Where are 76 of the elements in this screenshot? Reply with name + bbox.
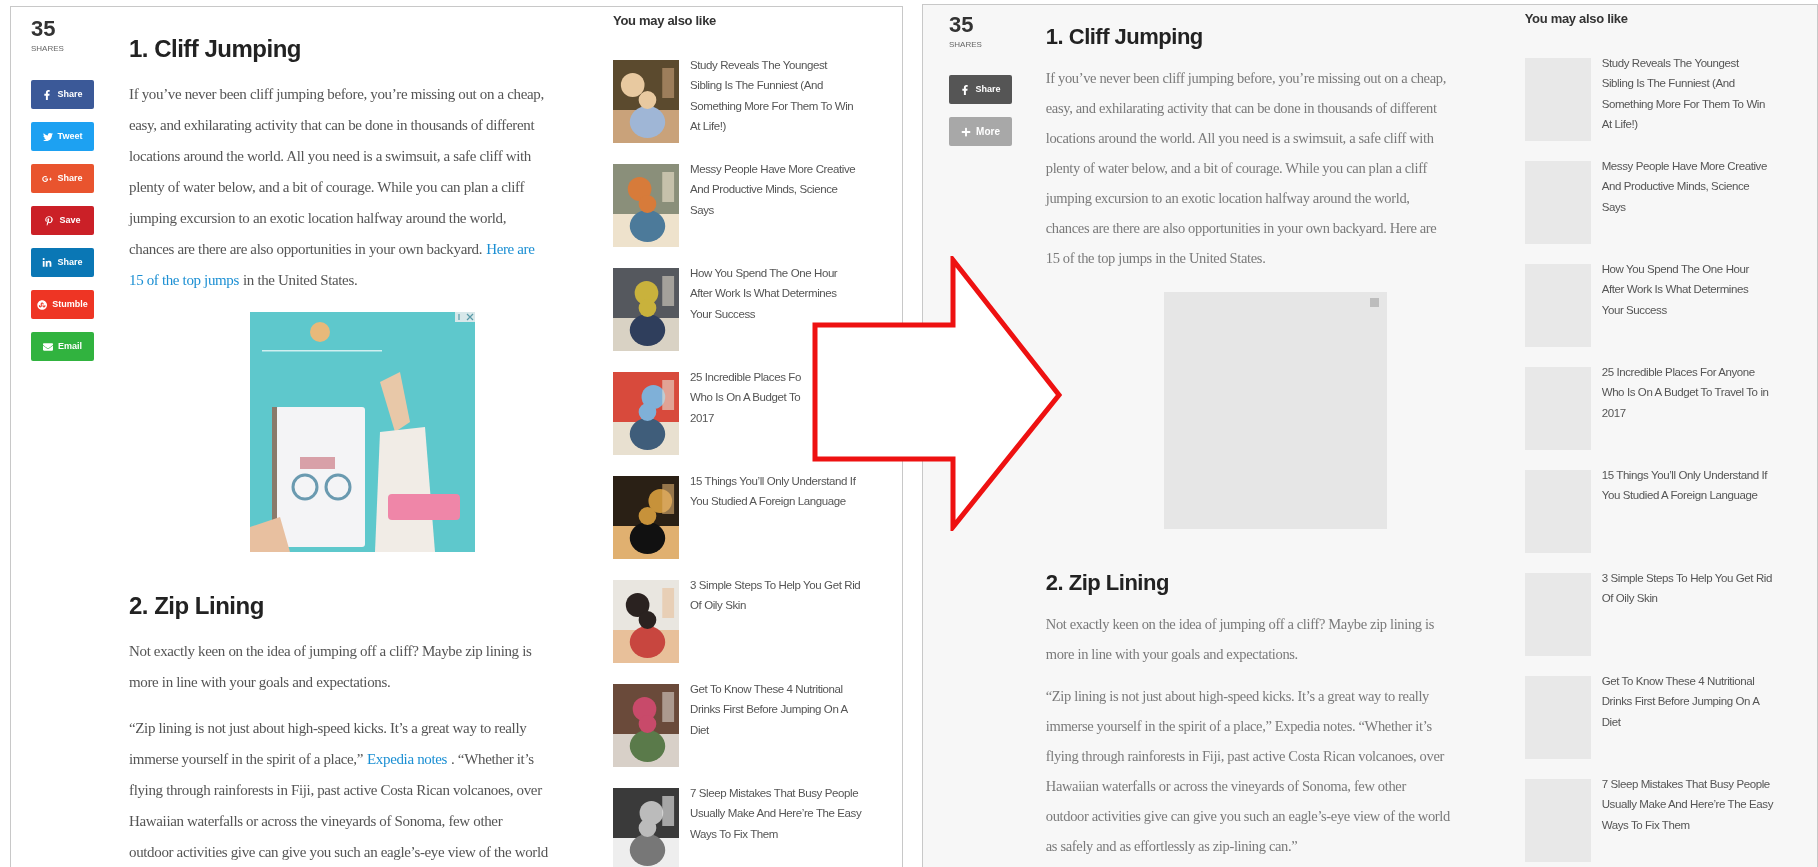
share-button[interactable]: Share — [31, 80, 94, 109]
paragraph-text: as safely and as effortlessly as zip-lining can.” — [1045, 837, 1298, 856]
share-button[interactable]: Share — [31, 164, 94, 193]
paragraph-text: Hawaiian waterfalls or across the vineyards of Sonoma, few other — [129, 812, 503, 831]
article-title[interactable]: 7 Sleep Mistakes That Busy People Usually Make And Here’re The Easy Ways To Fix Them — [1601, 773, 1773, 835]
article-title[interactable]: Get To Know These 4 Nutritional Drinks First Before Jumping On A Diet — [690, 678, 848, 740]
paragraph-text: If you’ve never been cliff jumping before, you’re missing out on a cheap, — [129, 85, 544, 104]
paragraph-text: flying through rainforests in Fiji, past active Costa Rican volcanoes, over — [1045, 747, 1444, 766]
share-count: 35 — [31, 17, 57, 41]
article-title[interactable]: Messy People Have More Creative And Productive Minds, Science Says — [690, 158, 856, 220]
facebook-icon — [42, 89, 53, 100]
ad-choices-icon[interactable] — [1369, 298, 1379, 307]
paragraph-text: plenty of water below, and a bit of courage. While you can plan a cliff — [129, 178, 525, 197]
paragraph-text: “Zip lining is not just about high-speed kicks. It’s a great way to really — [129, 719, 527, 738]
article-title[interactable]: Messy People Have More Creative And Productive Minds, Science Says — [1601, 155, 1767, 217]
sidebar-heading: You may also like — [1524, 10, 1629, 28]
article-title[interactable]: 25 Incredible Places For Anyone Who Is On A Budget To Travel To in 2017 — [1601, 361, 1769, 423]
share-button[interactable]: Save — [31, 206, 94, 235]
paragraph-text: jumping excursion to an exotic location halfway around the world, — [1045, 189, 1410, 208]
paragraph-text: 15 of the top jumps in the United States. — [1045, 249, 1266, 268]
paragraph-text: immerse yourself in the spirit of a place,” — [129, 750, 364, 769]
paragraph-text: Hawaiian waterfalls or across the vineyards of Sonoma, few other — [1045, 777, 1406, 796]
paragraph-text: Not exactly keen on the idea of jumping off a cliff? Maybe zip lining is — [1045, 615, 1434, 634]
twitter-icon — [42, 131, 53, 142]
ad-choices-icon[interactable] — [455, 312, 475, 322]
sidebar-heading: You may also like — [613, 12, 718, 30]
section-heading: 2. Zip Lining — [129, 591, 265, 621]
article-title[interactable]: 25 Incredible Places Fo Who Is On A Budget To 2017 — [690, 366, 801, 428]
article-link[interactable]: Expedia notes — [367, 744, 448, 775]
pinterest-icon — [44, 215, 55, 226]
envelope-icon — [43, 341, 53, 352]
article-title[interactable]: 15 Things You’ll Only Understand If You Studied A Foreign Language — [690, 470, 856, 512]
linkedin-icon — [42, 257, 53, 268]
article-title[interactable]: 15 Things You’ll Only Understand If You Studied A Foreign Language — [1601, 464, 1768, 506]
paragraph-text: locations around the world. All you need is a swimsuit, a safe cliff with — [1045, 129, 1434, 148]
paragraph-text: plenty of water below, and a bit of courage. While you can plan a cliff — [1045, 159, 1427, 178]
stumbleupon-icon — [37, 299, 48, 310]
google-plus-icon — [42, 173, 53, 184]
paragraph-text: more in line with your goals and expectations. — [1045, 645, 1298, 664]
share-button[interactable]: Share — [31, 248, 94, 277]
share-count: 35 — [949, 13, 975, 37]
paragraph-text: immerse yourself in the spirit of a place,” Expedia notes. “Whether it’s — [1045, 717, 1432, 736]
paragraph-text: in the United States. — [243, 271, 358, 290]
plus-icon — [961, 126, 972, 137]
paragraph-text: easy, and exhilarating activity that can be done in thousands of different — [1045, 99, 1437, 118]
article-title[interactable]: How You Spend The One Hour After Work Is What Determines Your Success — [690, 262, 838, 324]
share-button[interactable]: Share — [949, 75, 1012, 104]
paragraph-text: jumping excursion to an exotic location halfway around the world, — [129, 209, 507, 228]
article-title[interactable]: 7 Sleep Mistakes That Busy People Usually Make And Here’re The Easy Ways To Fix Them — [690, 782, 862, 844]
paragraph-text: locations around the world. All you need is a swimsuit, a safe cliff with — [129, 147, 531, 166]
paragraph-text: flying through rainforests in Fiji, past active Costa Rican volcanoes, over — [129, 781, 542, 800]
section-heading: 2. Zip Lining — [1045, 569, 1170, 597]
article-title[interactable]: How You Spend The One Hour After Work Is What Determines Your Success — [1601, 258, 1749, 320]
article-title[interactable]: Study Reveals The Youngest Sibling Is The Funniest (And Something More For Them To Win At Life!) — [690, 54, 854, 137]
paragraph-text: chances are there are also opportunities in your own backyard. — [129, 240, 483, 259]
share-button[interactable]: Stumble — [31, 290, 94, 319]
paragraph-text: outdoor activities give can give you such an eagle’s-eye view of the world — [1045, 807, 1450, 826]
shares-label: SHARES — [31, 44, 65, 54]
paragraph-text: outdoor activities give can give you such an eagle’s-eye view of the world — [129, 843, 548, 862]
article-title[interactable]: 3 Simple Steps To Help You Get Rid Of Oily Skin — [690, 574, 861, 616]
section-heading: 1. Cliff Jumping — [1045, 23, 1204, 51]
paragraph-text: chances are there are also opportunities in your own backyard. Here are — [1045, 219, 1437, 238]
shares-label: SHARES — [949, 40, 983, 50]
section-heading: 1. Cliff Jumping — [129, 34, 302, 64]
article-link[interactable]: 15 of the top jumps — [129, 265, 239, 296]
paragraph-text: If you’ve never been cliff jumping before, you’re missing out on a cheap, — [1045, 69, 1446, 88]
paragraph-text: “Zip lining is not just about high-speed kicks. It’s a great way to really — [1045, 687, 1430, 706]
article-link[interactable]: Here are — [486, 234, 535, 265]
article-title[interactable]: 3 Simple Steps To Help You Get Rid Of Oily Skin — [1601, 567, 1772, 609]
facebook-icon — [960, 84, 971, 95]
paragraph-text: easy, and exhilarating activity that can be done in thousands of different — [129, 116, 535, 135]
article-title[interactable]: Study Reveals The Youngest Sibling Is The Funniest (And Something More For Them To Win At Life!) — [1601, 52, 1765, 135]
article-title[interactable]: Get To Know These 4 Nutritional Drinks First Before Jumping On A Diet — [1601, 670, 1760, 732]
paragraph-text: Not exactly keen on the idea of jumping off a cliff? Maybe zip lining is — [129, 642, 532, 661]
paragraph-text: . “Whether it’s — [451, 750, 534, 769]
paragraph-text: more in line with your goals and expectations. — [129, 673, 391, 692]
